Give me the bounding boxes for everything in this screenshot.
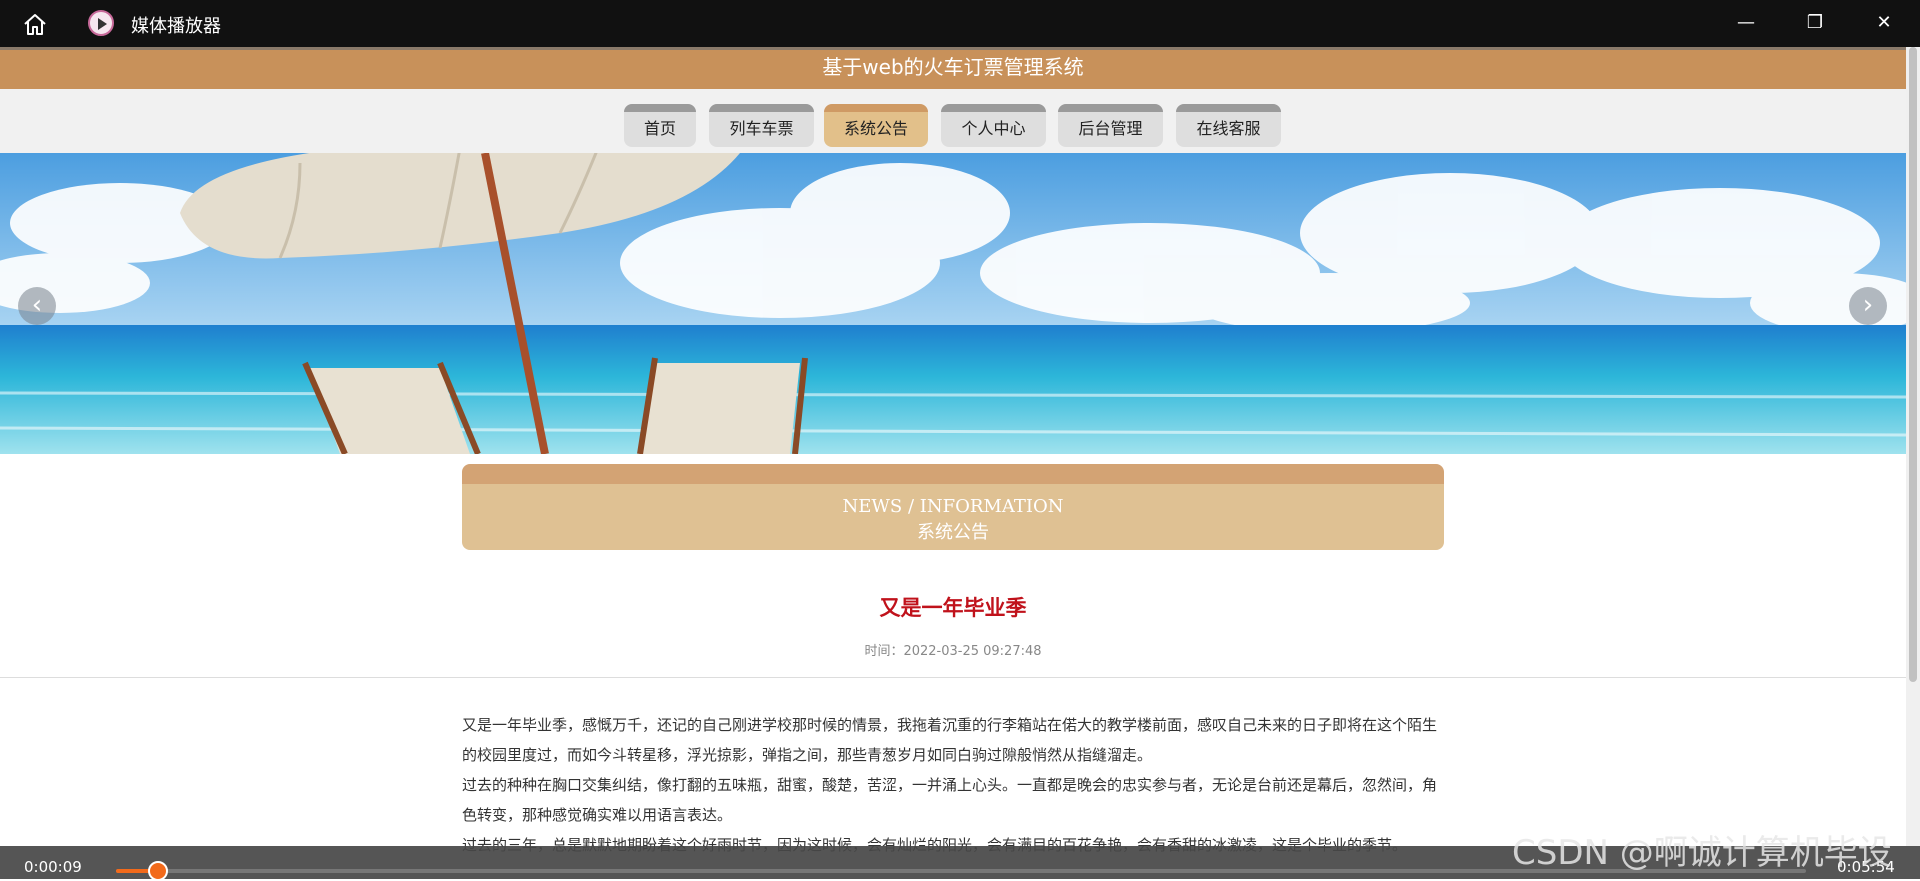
window-titlebar: 媒体播放器 — ❐ ✕ [0,0,1920,47]
article-time: 时间：2022-03-25 09:27:48 [864,644,1042,659]
nav-admin[interactable]: 后台管理 [1058,104,1163,147]
close-button[interactable]: ✕ [1864,8,1904,38]
banner-carousel[interactable] [0,153,1906,454]
watermark: CSDN @啊诚计算机毕设 [1512,833,1892,873]
article-title: 又是一年毕业季 [879,596,1027,620]
home-icon[interactable] [22,11,48,37]
restore-button[interactable]: ❐ [1795,8,1835,38]
minimize-button[interactable]: — [1726,8,1766,38]
beach-banner-image [0,153,1906,454]
news-heading-cn: 系统公告 [917,522,989,543]
scrollbar-thumb[interactable] [1909,47,1917,682]
article-content: 又是一年毕业季，感慨万千，还记的自己刚进学校那时候的情景，我拖着沉重的行李箱站在… [462,710,1444,860]
divider [0,677,1906,678]
nav-personal-center[interactable]: 个人中心 [941,104,1046,147]
seek-knob[interactable] [148,861,169,881]
nav-train-tickets[interactable]: 列车车票 [709,104,814,147]
news-heading-en: NEWS / INFORMATION [842,496,1064,517]
article-paragraph: 过去的种种在胸口交集纠结，像打翻的五味瓶，甜蜜，酸楚，苦涩，一并涌上心头。一直都… [462,776,1438,824]
window-title: 媒体播放器 [131,16,221,37]
nav-home[interactable]: 首页 [624,104,696,147]
web-page: 基于web的火车订票管理系统 首页 列车车票 系统公告 个人中心 后台管理 在线… [0,47,1906,879]
page-scrollbar[interactable] [1906,47,1920,846]
current-time: 0:00:09 [24,858,82,876]
banner-next-button[interactable]: › [1849,287,1887,325]
nav-online-service[interactable]: 在线客服 [1176,104,1281,147]
site-title: 基于web的火车订票管理系统 [0,47,1906,89]
nav-announcements[interactable]: 系统公告 [824,104,928,147]
news-heading: NEWS / INFORMATION 系统公告 [462,464,1444,550]
article-paragraph: 又是一年毕业季，感慨万千，还记的自己刚进学校那时候的情景，我拖着沉重的行李箱站在… [462,716,1438,764]
banner-prev-button[interactable]: ‹ [18,287,56,325]
media-player-icon [88,10,114,36]
